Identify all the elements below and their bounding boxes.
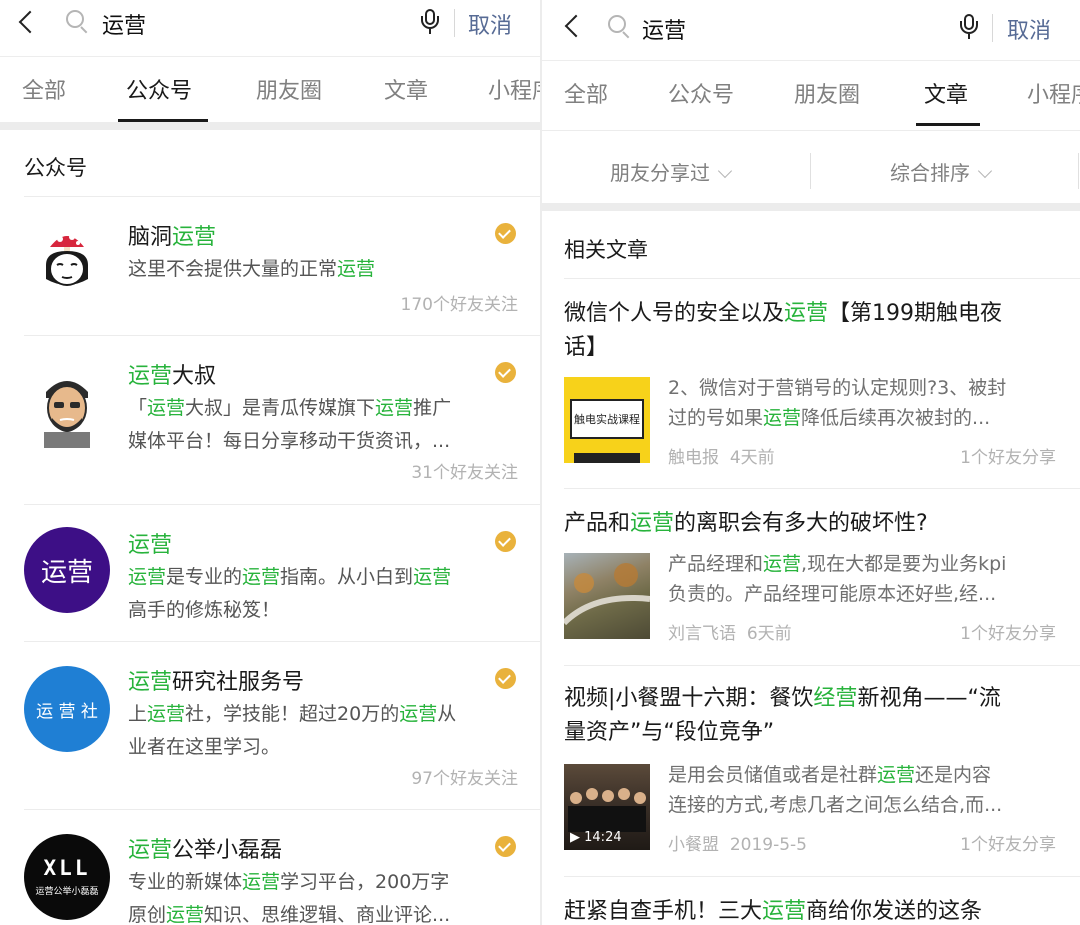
verified-icon: [495, 836, 516, 857]
active-tab-indicator: [916, 123, 980, 126]
separator: [1078, 153, 1079, 189]
back-arrow-icon[interactable]: [18, 10, 42, 34]
search-input[interactable]: 运营: [642, 13, 686, 45]
section-gap: [0, 122, 540, 130]
friends-shared-count: 1个好友分享: [960, 835, 1056, 855]
chevron-down-icon: [977, 163, 993, 179]
section-title: 相关文章: [564, 238, 648, 262]
article-thumbnail: [564, 553, 650, 639]
right-screen: 运营 取消 全部 公众号 朋友圈 文章 小程序 朋友分享过 综合排序 相关文章 …: [542, 0, 1080, 925]
verified-icon: [495, 223, 516, 244]
account-item[interactable]: XLL 运营公举小磊磊 运营公举小磊磊 专业的新媒体运营学习平台，200万字 原…: [0, 810, 540, 925]
friends-following-count: 97个好友关注: [411, 769, 518, 789]
avatar: [24, 217, 110, 303]
tab-official-accounts[interactable]: 公众号: [668, 77, 734, 109]
filter-friends-shared[interactable]: 朋友分享过: [610, 157, 733, 186]
category-tabs: 全部 公众号 朋友圈 文章 小程序: [542, 60, 1080, 126]
tab-all[interactable]: 全部: [564, 77, 608, 109]
filter-bar: 朋友分享过 综合排序: [542, 130, 1080, 200]
account-name: 运营: [128, 533, 173, 558]
article-title: 产品和运营的离职会有多大的破坏性?: [564, 511, 928, 536]
account-name: 运营大叔: [128, 364, 217, 389]
search-bar: 运营 取消: [0, 0, 540, 48]
friends-following-count: 31个好友关注: [411, 463, 518, 483]
tab-moments[interactable]: 朋友圈: [794, 77, 860, 109]
article-title: 微信个人号的安全以及运营【第199期触电夜 话】: [564, 301, 1003, 360]
tab-mini-programs[interactable]: 小程序: [1027, 77, 1080, 109]
article-title: 赶紧自查手机！三大运营商给你发送的这条: [564, 899, 983, 924]
account-item[interactable]: 运营大叔 「运营大叔」是青瓜传媒旗下运营推广 媒体平台！每日分享移动干货资讯，.…: [0, 336, 540, 504]
article-item[interactable]: 产品和运营的离职会有多大的破坏性? 产品经理和运营,现在大都是要为业务kpi 负…: [542, 489, 1080, 665]
article-title: 视频|小餐盟十六期：餐饮经营新视角——“流 量资产”与“段位竞争”: [564, 686, 1001, 745]
cancel-button[interactable]: 取消: [1007, 13, 1051, 45]
account-description: 上运营社，学技能！超过20万的运营从 业者在这里学习。: [128, 703, 457, 758]
account-item[interactable]: 运 营 社 运营研究社服务号 上运营社，学技能！超过20万的运营从 业者在这里学…: [0, 642, 540, 809]
article-source: 触电报 4天前: [668, 448, 775, 468]
separator: [810, 153, 811, 189]
separator: [454, 9, 455, 37]
account-description: 这里不会提供大量的正常运营: [128, 258, 376, 280]
filter-sort[interactable]: 综合排序: [890, 157, 993, 186]
microphone-icon[interactable]: [960, 14, 978, 40]
search-icon: [66, 10, 88, 34]
chevron-down-icon: [717, 163, 733, 179]
account-description: 「运营大叔」是青瓜传媒旗下运营推广 媒体平台！每日分享移动干货资讯，...: [128, 397, 452, 452]
friends-shared-count: 1个好友分享: [960, 624, 1056, 644]
article-item[interactable]: 微信个人号的安全以及运营【第199期触电夜 话】 触电实战课程 2、微信对于营销号…: [542, 279, 1080, 488]
microphone-icon[interactable]: [421, 9, 439, 35]
left-screen: 运营 取消 全部 公众号 朋友圈 文章 小程序 公众号 脑洞运营: [0, 0, 540, 925]
search-icon: [608, 15, 630, 39]
tab-articles[interactable]: 文章: [924, 77, 968, 109]
account-name: 运营研究社服务号: [128, 670, 305, 695]
article-source: 刘言飞语 6天前: [668, 624, 792, 644]
article-item[interactable]: 赶紧自查手机！三大运营商给你发送的这条: [542, 877, 1080, 925]
account-name: 脑洞运营: [128, 225, 217, 250]
article-snippet: 是用会员储值或者是社群运营还是内容 连接的方式,考虑几者之间怎么结合,而...: [668, 764, 1003, 816]
article-snippet: 2、微信对于营销号的认定规则?3、被封 过的号如果运营降低后续再次被封的...: [668, 377, 1007, 429]
account-item[interactable]: 脑洞运营 这里不会提供大量的正常运营 170个好友关注: [0, 197, 540, 335]
account-name: 运营公举小磊磊: [128, 838, 283, 863]
friends-shared-count: 1个好友分享: [960, 448, 1056, 468]
article-thumbnail: 触电实战课程: [564, 377, 650, 463]
tab-moments[interactable]: 朋友圈: [256, 73, 322, 105]
category-tabs: 全部 公众号 朋友圈 文章 小程序: [0, 56, 540, 122]
video-duration: ▶ 14:24: [570, 830, 622, 845]
tab-official-accounts[interactable]: 公众号: [126, 73, 192, 105]
verified-icon: [495, 362, 516, 383]
avatar: XLL 运营公举小磊磊: [24, 834, 110, 920]
friends-following-count: 170个好友关注: [400, 295, 518, 315]
cancel-button[interactable]: 取消: [468, 8, 512, 40]
account-description: 运营是专业的运营指南。从小白到运营 高手的修炼秘笈！: [128, 566, 452, 621]
article-source: 小餐盟 2019-5-5: [668, 835, 807, 855]
back-arrow-icon[interactable]: [564, 14, 588, 38]
avatar: [24, 362, 110, 448]
verified-icon: [495, 531, 516, 552]
avatar: 运 营 社: [24, 666, 110, 752]
tab-mini-programs[interactable]: 小程序: [488, 73, 540, 105]
article-thumbnail: ▶ 14:24: [564, 764, 650, 850]
article-item[interactable]: 视频|小餐盟十六期：餐饮经营新视角——“流 量资产”与“段位竞争” ▶ 14:24…: [542, 666, 1080, 876]
verified-icon: [495, 668, 516, 689]
avatar: 运营: [24, 527, 110, 613]
separator: [992, 14, 993, 42]
search-input[interactable]: 运营: [102, 8, 146, 40]
section-gap: [542, 203, 1080, 211]
section-title: 公众号: [24, 156, 87, 180]
account-item[interactable]: 运营 运营 运营是专业的运营指南。从小白到运营 高手的修炼秘笈！: [0, 505, 540, 641]
account-description: 专业的新媒体运营学习平台，200万字 原创运营知识、思维逻辑、商业评论...: [128, 871, 451, 925]
tab-all[interactable]: 全部: [22, 73, 66, 105]
tab-articles[interactable]: 文章: [384, 73, 428, 105]
article-snippet: 产品经理和运营,现在大都是要为业务kpi 负责的。产品经理可能原本还好些,经..…: [668, 553, 1007, 605]
search-bar: 运营 取消: [542, 4, 1080, 52]
